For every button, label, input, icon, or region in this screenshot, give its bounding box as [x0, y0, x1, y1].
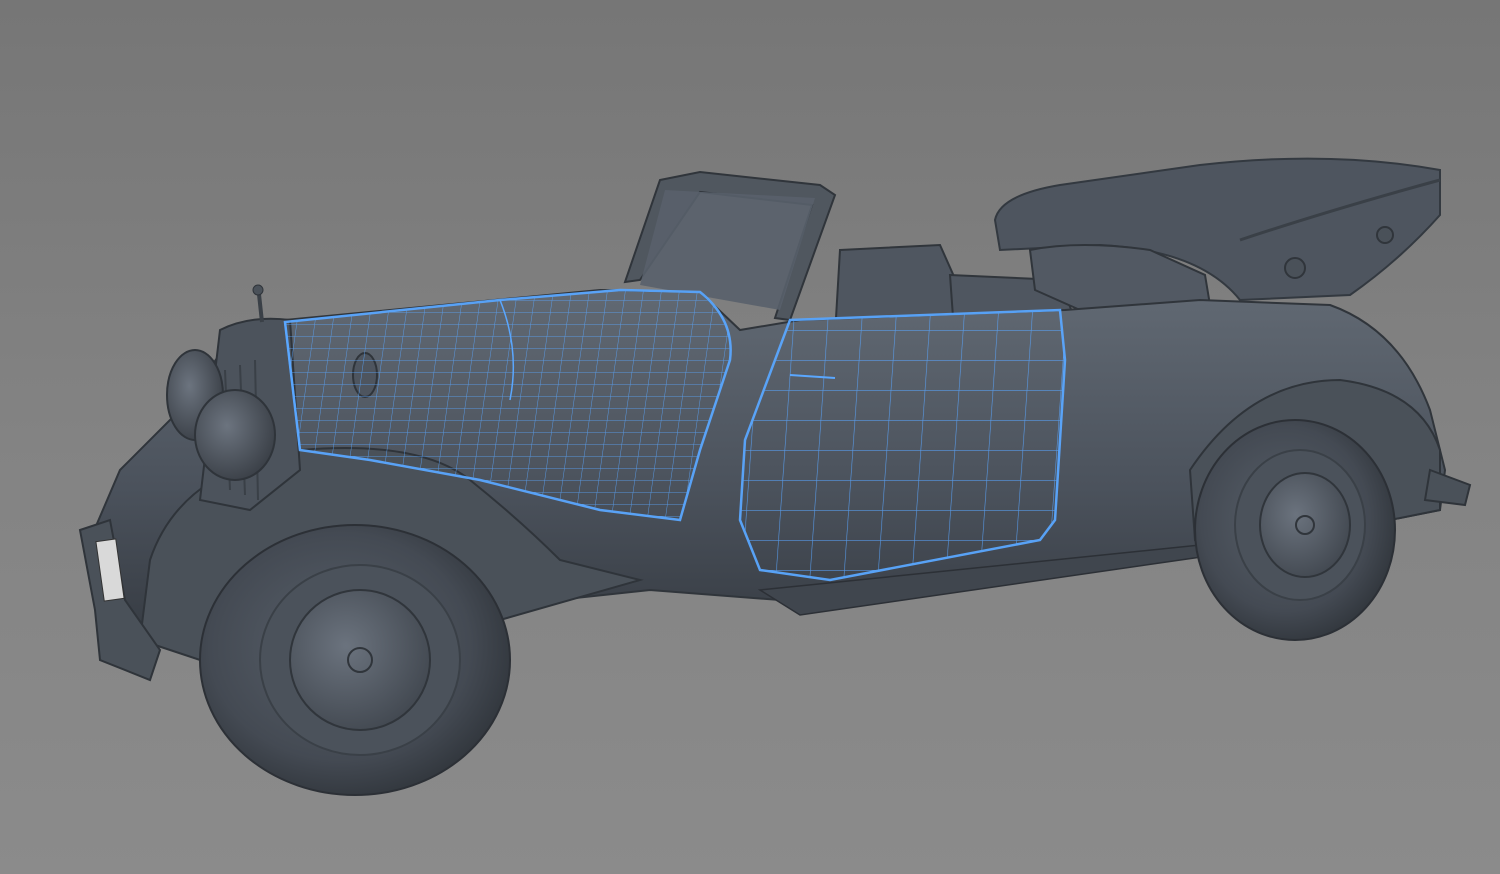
- rear-bumper[interactable]: [1423, 468, 1472, 507]
- 3d-viewport[interactable]: [0, 0, 1500, 874]
- hood-ornament-icon: [252, 284, 264, 323]
- car-model-render[interactable]: [0, 0, 1500, 874]
- front-door-wireframe[interactable]: [738, 308, 1067, 582]
- rear-wheel[interactable]: [1194, 419, 1396, 641]
- headlamp-right-icon: [194, 389, 276, 481]
- front-wheel[interactable]: [199, 524, 511, 796]
